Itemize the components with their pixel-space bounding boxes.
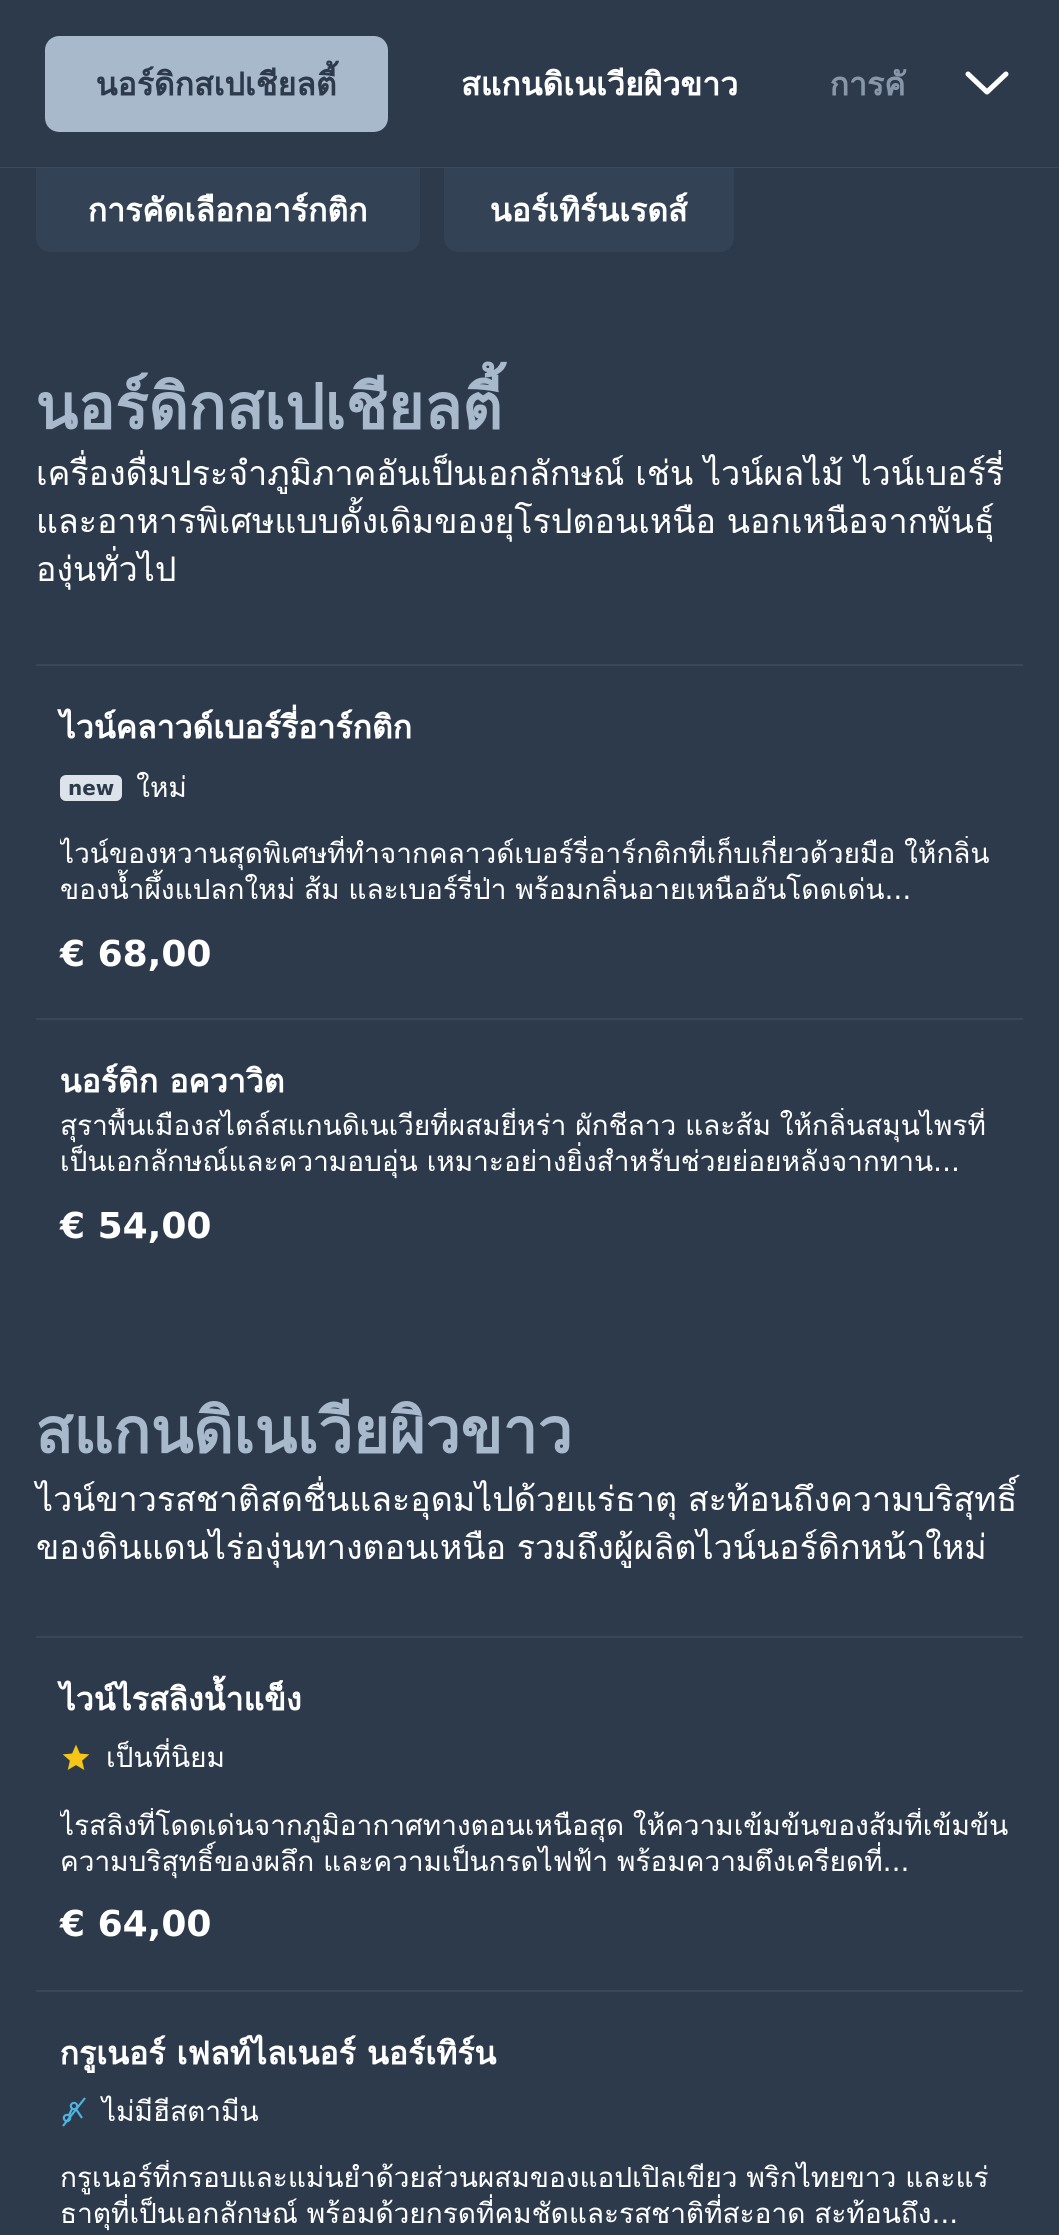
- item-name[interactable]: ไวน์ไรสลิงน้ำแข็ง: [60, 1674, 302, 1725]
- badge-label: ไม่มีฮีสตามีน: [102, 2095, 259, 2128]
- new-badge: new: [60, 775, 123, 801]
- item-description: ไรสลิงที่โดดเด่นจากภูมิอากาศทางตอนเหนือส…: [60, 1809, 1009, 1878]
- divider: [36, 1636, 1023, 1638]
- section-description: เครื่องดื่มประจำภูมิภาคอันเป็นเอกลักษณ์ …: [36, 454, 1005, 590]
- item-badge: เป็นที่นิยม: [60, 1736, 225, 1780]
- item-name[interactable]: กรูเนอร์ เฟลท์ไลเนอร์ นอร์เทิร์น: [60, 2028, 497, 2079]
- tab-arctic-selection-partial[interactable]: การคั: [830, 36, 940, 132]
- item-description: สุราพื้นเมืองสไตล์สแกนดิเนเวียที่ผสมยี่ห…: [60, 1109, 986, 1178]
- item-description: ไวน์ของหวานสุดพิเศษที่ทำจากคลาวด์เบอร์รี…: [60, 837, 990, 906]
- category-nav: นอร์ดิกสเปเชียลตี้ สแกนดิเนเวียผิวขาว กา…: [0, 0, 1059, 168]
- section-description: ไวน์ขาวรสชาติสดชื่นและอุดมไปด้วยแร่ธาตุ …: [36, 1480, 1018, 1568]
- item-badge: new ใหม่: [60, 766, 187, 810]
- tab-northern-reds[interactable]: นอร์เทิร์นเรดส์: [444, 168, 734, 252]
- item-price: € 54,00: [60, 1206, 212, 1247]
- divider: [36, 1990, 1023, 1992]
- tab-scandinavian-whites[interactable]: สแกนดิเนเวียผิวขาว: [430, 36, 770, 132]
- section-title: สแกนดิเนเวียผิวขาว: [36, 1394, 574, 1467]
- tab-nordic-specialty[interactable]: นอร์ดิกสเปเชียลตี้: [45, 36, 388, 132]
- item-name[interactable]: ไวน์คลาวด์เบอร์รี่อาร์กติก: [60, 702, 412, 753]
- star-icon: [60, 1742, 92, 1774]
- item-badge: ไม่มีฮีสตามีน: [60, 2090, 259, 2134]
- item-price: € 64,00: [60, 1904, 212, 1945]
- item-description: กรูเนอร์ที่กรอบและแม่นยำด้วยส่วนผสมของแอ…: [60, 2161, 989, 2230]
- section-title: นอร์ดิกสเปเชียลตี้: [36, 370, 503, 443]
- histamine-free-icon: [60, 2096, 88, 2128]
- divider: [36, 1018, 1023, 1020]
- tab-arctic-selection[interactable]: การคัดเลือกอาร์กติก: [36, 168, 420, 252]
- item-price: € 68,00: [60, 934, 212, 975]
- item-name[interactable]: นอร์ดิก อควาวิต: [60, 1056, 285, 1107]
- badge-label: เป็นที่นิยม: [106, 1741, 225, 1774]
- chevron-down-icon[interactable]: [962, 58, 1012, 108]
- divider: [36, 664, 1023, 666]
- badge-label: ใหม่: [136, 771, 187, 804]
